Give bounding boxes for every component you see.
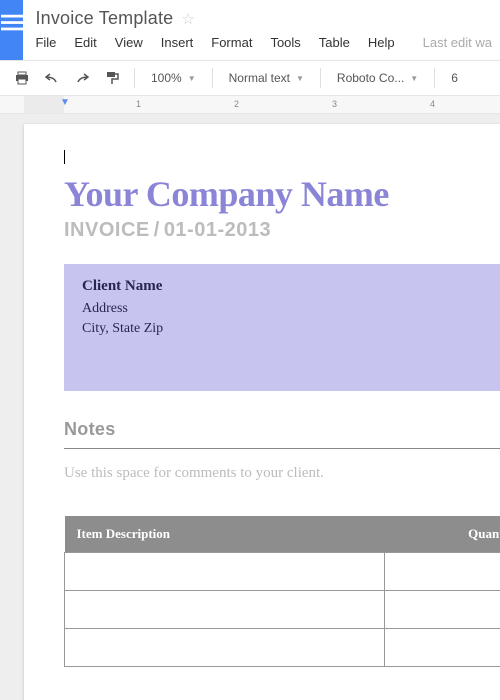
items-table[interactable]: Item Description Quantit <box>64 516 500 667</box>
column-header-quantity: Quantit <box>385 516 500 553</box>
ruler-tick: 2 <box>234 99 239 109</box>
style-value: Normal text <box>229 71 290 85</box>
menu-table[interactable]: Table <box>319 35 350 50</box>
print-icon[interactable] <box>8 65 36 91</box>
font-value: Roboto Co... <box>337 71 404 85</box>
paint-format-icon[interactable] <box>98 65 126 91</box>
company-name-heading[interactable]: Your Company Name <box>64 173 500 215</box>
text-cursor <box>64 150 65 164</box>
notes-placeholder-text[interactable]: Use this space for comments to your clie… <box>64 465 500 482</box>
table-row[interactable] <box>65 553 500 591</box>
table-row[interactable] <box>65 629 500 667</box>
font-size-dropdown[interactable]: 6 <box>443 65 466 91</box>
indent-marker-icon[interactable]: ▼ <box>60 97 70 108</box>
toolbar-separator <box>134 68 135 88</box>
menu-insert[interactable]: Insert <box>161 35 194 50</box>
redo-icon[interactable] <box>68 65 96 91</box>
client-city: City, State Zip <box>82 321 500 337</box>
toolbar-separator <box>434 68 435 88</box>
ruler-tick: 1 <box>136 99 141 109</box>
last-edit-text: Last edit wa <box>423 35 492 50</box>
undo-icon[interactable] <box>38 65 66 91</box>
chevron-down-icon: ▼ <box>188 74 196 83</box>
zoom-dropdown[interactable]: 100% ▼ <box>143 65 204 91</box>
menu-file[interactable]: File <box>35 35 56 50</box>
font-size-value: 6 <box>451 71 458 85</box>
invoice-label: INVOICE <box>64 219 150 241</box>
menu-help[interactable]: Help <box>368 35 395 50</box>
zoom-value: 100% <box>151 71 182 85</box>
page[interactable]: Your Company Name INVOICE/01-01-2013 Cli… <box>24 124 500 700</box>
chevron-down-icon: ▼ <box>410 74 418 83</box>
table-row[interactable] <box>65 591 500 629</box>
menu-edit[interactable]: Edit <box>74 35 96 50</box>
toolbar-separator <box>320 68 321 88</box>
document-canvas[interactable]: Your Company Name INVOICE/01-01-2013 Cli… <box>0 114 500 700</box>
invoice-subheading[interactable]: INVOICE/01-01-2013 <box>64 219 500 242</box>
client-name: Client Name <box>82 278 500 295</box>
app-header: Invoice Template ☆ File Edit View Insert… <box>0 0 500 60</box>
client-address: Address <box>82 301 500 317</box>
chevron-down-icon: ▼ <box>296 74 304 83</box>
toolbar-separator <box>212 68 213 88</box>
star-icon[interactable]: ☆ <box>181 10 194 28</box>
document-title[interactable]: Invoice Template <box>35 8 173 29</box>
ruler-tick: 4 <box>430 99 435 109</box>
notes-heading[interactable]: Notes <box>64 419 500 440</box>
notes-divider <box>64 448 500 449</box>
column-header-description: Item Description <box>65 516 385 553</box>
client-info-box[interactable]: Client Name Address City, State Zip <box>64 264 500 391</box>
slash-separator: / <box>154 219 160 241</box>
font-dropdown[interactable]: Roboto Co... ▼ <box>329 65 426 91</box>
menu-format[interactable]: Format <box>211 35 252 50</box>
menu-bar: File Edit View Insert Format Tools Table… <box>35 35 492 50</box>
invoice-date: 01-01-2013 <box>164 219 271 241</box>
menu-view[interactable]: View <box>115 35 143 50</box>
paragraph-style-dropdown[interactable]: Normal text ▼ <box>221 65 312 91</box>
menu-tools[interactable]: Tools <box>270 35 300 50</box>
docs-logo[interactable] <box>0 0 23 60</box>
horizontal-ruler[interactable]: ▼ 1 2 3 4 <box>0 96 500 114</box>
toolbar: 100% ▼ Normal text ▼ Roboto Co... ▼ 6 <box>0 60 500 96</box>
ruler-tick: 3 <box>332 99 337 109</box>
